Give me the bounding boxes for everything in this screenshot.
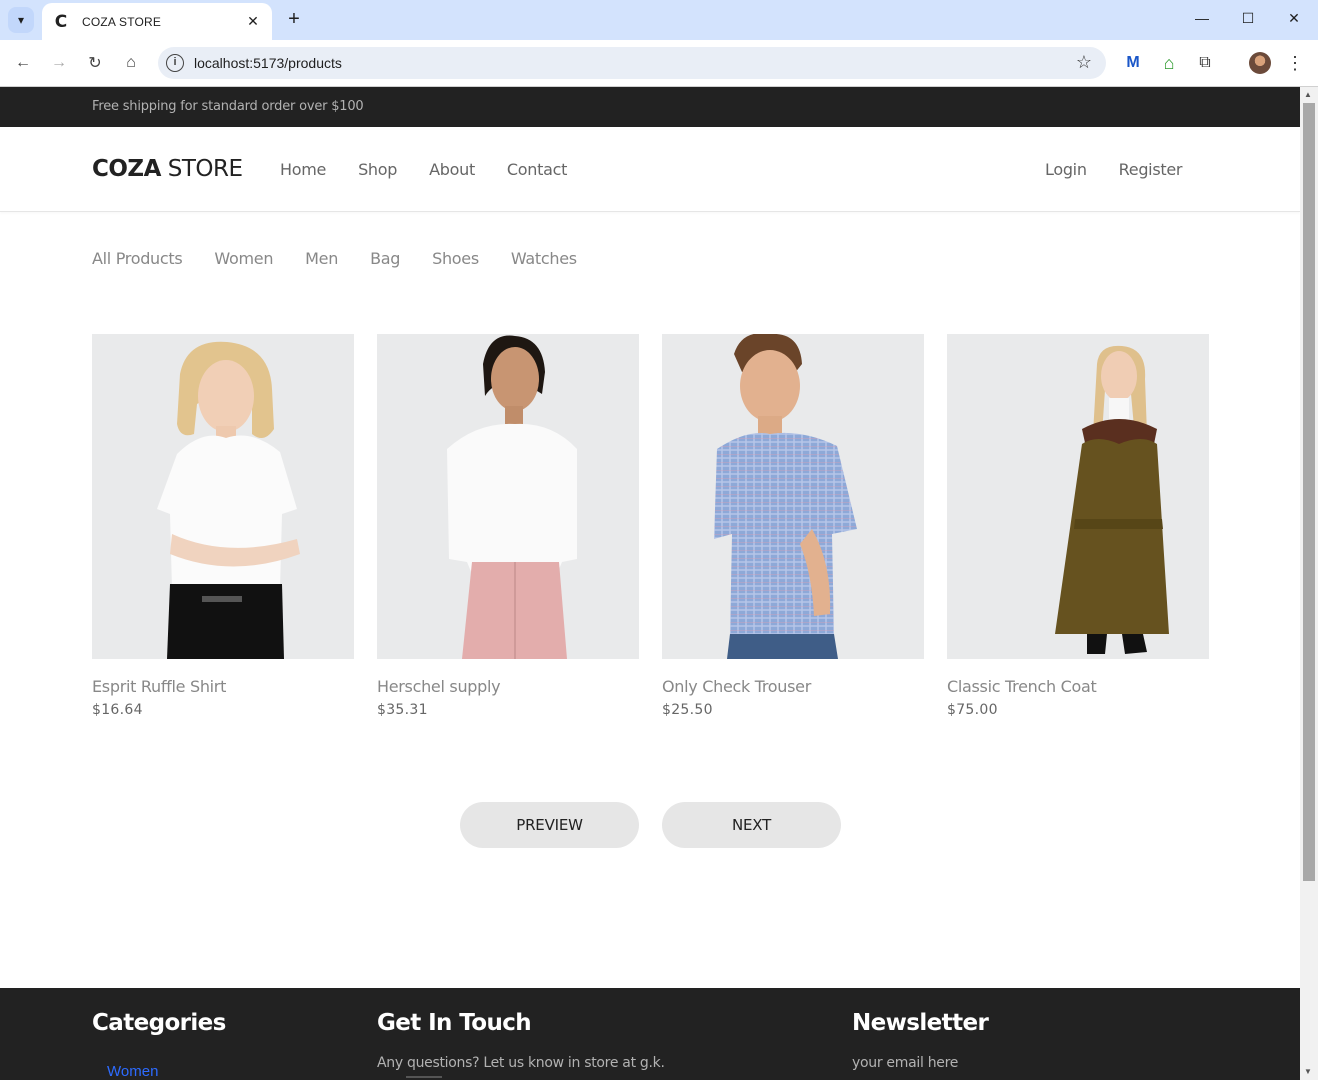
browser-menu-icon[interactable]: ⋮ xyxy=(1284,52,1306,74)
page-scrollbar[interactable]: ▲ ▼ xyxy=(1300,87,1318,1080)
preview-button[interactable]: PREVIEW xyxy=(460,802,639,848)
next-button[interactable]: NEXT xyxy=(662,802,841,848)
nav-home[interactable]: Home xyxy=(280,160,326,179)
product-name[interactable]: Classic Trench Coat xyxy=(947,677,1209,696)
scrollbar-thumb[interactable] xyxy=(1303,103,1315,881)
nav-shop[interactable]: Shop xyxy=(358,160,397,179)
gmail-icon[interactable]: M xyxy=(1122,52,1144,74)
product-price: $75.00 xyxy=(947,702,998,718)
scroll-down-icon[interactable]: ▼ xyxy=(1304,1067,1312,1076)
product-name[interactable]: Herschel supply xyxy=(377,677,639,696)
back-icon[interactable]: ← xyxy=(12,52,34,74)
product-grid: Esprit Ruffle Shirt $16.64 Herschel supp… xyxy=(92,334,1209,718)
address-bar[interactable]: i localhost:5173/products ☆ xyxy=(158,47,1106,79)
shipping-banner: Free shipping for standard order over $1… xyxy=(0,87,1300,127)
reload-icon[interactable]: ↻ xyxy=(84,52,106,74)
minimize-icon[interactable]: — xyxy=(1192,10,1212,26)
logo-bold: COZA xyxy=(92,156,161,182)
product-card[interactable]: Classic Trench Coat $75.00 xyxy=(947,334,1209,718)
tab-search-icon[interactable]: ▾ xyxy=(8,7,34,33)
auth-links: Login Register xyxy=(1045,160,1182,179)
site-footer: Categories Women Get In Touch Any questi… xyxy=(0,988,1300,1080)
browser-tab-strip: ▾ C COZA STORE ✕ + — ☐ ✕ xyxy=(0,0,1318,40)
product-card[interactable]: Herschel supply $35.31 xyxy=(377,334,639,718)
filter-shoes[interactable]: Shoes xyxy=(432,249,479,268)
nav-about[interactable]: About xyxy=(429,160,475,179)
product-price: $25.50 xyxy=(662,702,713,718)
site-info-icon[interactable]: i xyxy=(166,54,184,72)
site-favicon-icon: C xyxy=(54,11,68,32)
filter-men[interactable]: Men xyxy=(305,249,338,268)
tab-title: COZA STORE xyxy=(82,14,162,29)
maximize-icon[interactable]: ☐ xyxy=(1238,10,1258,27)
new-tab-icon[interactable]: + xyxy=(283,8,305,30)
main-nav: Home Shop About Contact xyxy=(280,160,567,179)
logo-light: STORE xyxy=(160,156,243,182)
login-link[interactable]: Login xyxy=(1045,160,1087,179)
footer-touch-title: Get In Touch xyxy=(377,1010,532,1036)
product-name[interactable]: Only Check Trouser xyxy=(662,677,924,696)
newsletter-email-input[interactable]: your email here xyxy=(852,1055,958,1071)
product-card[interactable]: Esprit Ruffle Shirt $16.64 xyxy=(92,334,354,718)
footer-category-women[interactable]: Women xyxy=(107,1063,158,1080)
register-link[interactable]: Register xyxy=(1119,160,1183,179)
site-logo[interactable]: COZA STORE xyxy=(92,156,243,182)
home-icon[interactable]: ⌂ xyxy=(120,52,142,74)
footer-newsletter-title: Newsletter xyxy=(852,1010,989,1036)
bookmark-star-icon[interactable]: ☆ xyxy=(1076,52,1092,73)
pagination: PREVIEW NEXT xyxy=(460,802,841,848)
product-image[interactable] xyxy=(662,334,924,659)
scroll-up-icon[interactable]: ▲ xyxy=(1304,90,1312,99)
house-extension-icon[interactable]: ⌂ xyxy=(1158,52,1180,74)
page-viewport: Free shipping for standard order over $1… xyxy=(0,87,1300,1080)
product-image[interactable] xyxy=(92,334,354,659)
product-card[interactable]: Only Check Trouser $25.50 xyxy=(662,334,924,718)
product-image[interactable] xyxy=(377,334,639,659)
close-window-icon[interactable]: ✕ xyxy=(1284,10,1304,27)
product-image[interactable] xyxy=(947,334,1209,659)
forward-icon[interactable]: → xyxy=(48,52,70,74)
extensions-puzzle-icon[interactable]: ⧉ xyxy=(1194,52,1216,74)
footer-touch-text: Any questions? Let us know in store at g… xyxy=(377,1055,665,1071)
filter-all-products[interactable]: All Products xyxy=(92,249,183,268)
browser-toolbar: ← → ↻ ⌂ i localhost:5173/products ☆ M ⌂ … xyxy=(0,40,1318,87)
product-name[interactable]: Esprit Ruffle Shirt xyxy=(92,677,354,696)
footer-categories-title: Categories xyxy=(92,1010,226,1036)
category-filters: All Products Women Men Bag Shoes Watches xyxy=(92,249,577,268)
site-header: COZA STORE Home Shop About Contact Login… xyxy=(0,127,1300,212)
product-price: $16.64 xyxy=(92,702,143,718)
nav-contact[interactable]: Contact xyxy=(507,160,567,179)
filter-women[interactable]: Women xyxy=(214,249,273,268)
filter-bag[interactable]: Bag xyxy=(370,249,400,268)
product-price: $35.31 xyxy=(377,702,428,718)
footer-divider xyxy=(406,1076,442,1078)
profile-avatar[interactable] xyxy=(1249,52,1271,74)
url-text[interactable]: localhost:5173/products xyxy=(194,55,342,71)
browser-tab[interactable]: C COZA STORE ✕ xyxy=(42,3,272,40)
filter-watches[interactable]: Watches xyxy=(511,249,577,268)
close-tab-icon[interactable]: ✕ xyxy=(244,13,262,30)
